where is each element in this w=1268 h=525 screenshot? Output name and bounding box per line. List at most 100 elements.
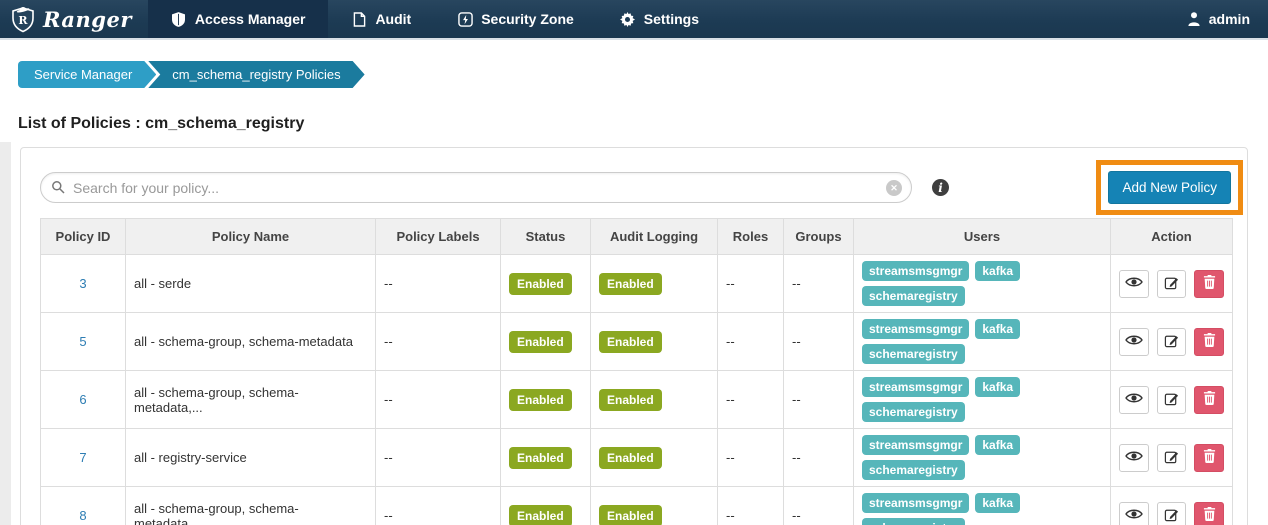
col-audit-logging: Audit Logging: [591, 219, 718, 255]
roles-cell: --: [718, 313, 784, 371]
user-badge: streamsmsgmgr: [862, 319, 969, 339]
groups-cell: --: [784, 487, 854, 525]
policy-id-link[interactable]: 7: [79, 450, 86, 465]
status-badge: Enabled: [509, 389, 572, 411]
user-badge: schemaregistry: [862, 518, 965, 525]
policy-id-link[interactable]: 5: [79, 334, 86, 349]
view-policy-button[interactable]: [1119, 502, 1149, 525]
policy-name-cell: all - registry-service: [126, 429, 376, 487]
policy-labels-cell: --: [376, 255, 501, 313]
policy-labels-cell: --: [376, 429, 501, 487]
groups-cell: --: [784, 313, 854, 371]
edit-icon: [1164, 275, 1179, 293]
search-icon: [51, 180, 65, 199]
gear-icon: [620, 11, 636, 27]
audit-badge: Enabled: [599, 273, 662, 295]
policy-name-cell: all - serde: [126, 255, 376, 313]
policy-id-link[interactable]: 6: [79, 392, 86, 407]
edit-policy-button[interactable]: [1157, 386, 1187, 414]
policies-table: Policy ID Policy Name Policy Labels Stat…: [40, 218, 1233, 525]
user-icon: [1186, 11, 1202, 27]
lightning-square-icon: [457, 11, 473, 27]
user-menu[interactable]: admin: [1186, 0, 1268, 38]
trash-icon: [1203, 391, 1216, 408]
info-icon[interactable]: i: [932, 179, 949, 196]
breadcrumb-service-manager[interactable]: Service Manager: [18, 61, 156, 88]
col-groups: Groups: [784, 219, 854, 255]
delete-policy-button[interactable]: [1194, 386, 1224, 414]
policy-name-cell: all - schema-group, schema-metadata: [126, 313, 376, 371]
nav-audit[interactable]: Audit: [328, 0, 434, 38]
user-badge: schemaregistry: [862, 402, 965, 422]
delete-policy-button[interactable]: [1194, 502, 1224, 525]
table-row: 3 all - serde -- Enabled Enabled -- -- s…: [41, 255, 1233, 313]
policy-labels-cell: --: [376, 371, 501, 429]
breadcrumb: Service Manager cm_schema_registry Polic…: [18, 61, 1268, 88]
trash-icon: [1203, 449, 1216, 466]
edit-icon: [1164, 507, 1179, 525]
nav-item-label: Settings: [644, 11, 699, 27]
user-badge: schemaregistry: [862, 344, 965, 364]
search-input[interactable]: [40, 172, 912, 203]
table-row: 6 all - schema-group, schema-metadata,..…: [41, 371, 1233, 429]
edit-icon: [1164, 391, 1179, 409]
ranger-logo[interactable]: R Ranger: [0, 0, 148, 38]
nav-item-label: Audit: [375, 11, 411, 27]
user-badge: kafka: [975, 319, 1020, 339]
nav-security-zone[interactable]: Security Zone: [434, 0, 597, 38]
policy-name-cell: all - schema-group, schema-metadata,...: [126, 487, 376, 525]
user-badge: streamsmsgmgr: [862, 493, 969, 513]
view-policy-button[interactable]: [1119, 444, 1149, 472]
add-new-policy-button[interactable]: Add New Policy: [1108, 171, 1231, 204]
edit-policy-button[interactable]: [1157, 444, 1187, 472]
delete-policy-button[interactable]: [1194, 270, 1224, 298]
status-badge: Enabled: [509, 331, 572, 353]
document-icon: [351, 11, 367, 27]
nav-access-manager[interactable]: Access Manager: [148, 0, 329, 38]
audit-badge: Enabled: [599, 331, 662, 353]
delete-policy-button[interactable]: [1194, 328, 1224, 356]
edit-icon: [1164, 449, 1179, 467]
audit-badge: Enabled: [599, 389, 662, 411]
delete-policy-button[interactable]: [1194, 444, 1224, 472]
eye-icon: [1125, 334, 1143, 349]
roles-cell: --: [718, 371, 784, 429]
policy-labels-cell: --: [376, 313, 501, 371]
left-gutter-strip: [0, 142, 11, 525]
user-badge: streamsmsgmgr: [862, 435, 969, 455]
table-header-row: Policy ID Policy Name Policy Labels Stat…: [41, 219, 1233, 255]
edit-policy-button[interactable]: [1157, 270, 1187, 298]
view-policy-button[interactable]: [1119, 386, 1149, 414]
toolbar: ✕ i Add New Policy: [40, 172, 1229, 203]
edit-policy-button[interactable]: [1157, 328, 1187, 356]
clear-search-icon[interactable]: ✕: [886, 180, 902, 196]
top-navbar: R Ranger Access Manager Audit: [0, 0, 1268, 40]
view-policy-button[interactable]: [1119, 328, 1149, 356]
groups-cell: --: [784, 255, 854, 313]
annotation-highlight: Add New Policy: [1096, 160, 1243, 215]
edit-policy-button[interactable]: [1157, 502, 1187, 525]
col-action: Action: [1111, 219, 1233, 255]
view-policy-button[interactable]: [1119, 270, 1149, 298]
eye-icon: [1125, 450, 1143, 465]
svg-text:R: R: [18, 14, 28, 27]
col-policy-name: Policy Name: [126, 219, 376, 255]
nav-settings[interactable]: Settings: [597, 0, 722, 38]
groups-cell: --: [784, 371, 854, 429]
user-badge: kafka: [975, 493, 1020, 513]
table-row: 7 all - registry-service -- Enabled Enab…: [41, 429, 1233, 487]
trash-icon: [1203, 507, 1216, 524]
status-badge: Enabled: [509, 273, 572, 295]
roles-cell: --: [718, 429, 784, 487]
user-badge: schemaregistry: [862, 286, 965, 306]
roles-cell: --: [718, 487, 784, 525]
status-badge: Enabled: [509, 505, 572, 525]
edit-icon: [1164, 333, 1179, 351]
policy-id-link[interactable]: 3: [79, 276, 86, 291]
ranger-shield-logo-icon: R: [10, 5, 36, 33]
roles-cell: --: [718, 255, 784, 313]
col-status: Status: [501, 219, 591, 255]
policy-name-cell: all - schema-group, schema-metadata,...: [126, 371, 376, 429]
policy-id-link[interactable]: 8: [79, 508, 86, 523]
shield-icon: [171, 11, 187, 27]
